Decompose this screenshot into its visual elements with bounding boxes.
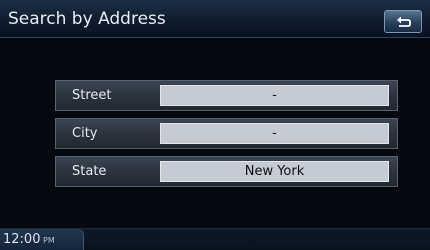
state-label: State	[72, 164, 107, 179]
street-field[interactable]: -	[160, 85, 389, 106]
city-row[interactable]: City -	[55, 118, 398, 149]
city-label: City	[72, 126, 98, 141]
return-arrow-icon	[397, 16, 411, 27]
status-bar: 12:00 PM	[0, 228, 430, 250]
page-title: Search by Address	[8, 9, 166, 29]
clock: 12:00 PM	[0, 229, 84, 250]
street-row[interactable]: Street -	[55, 80, 398, 111]
header-bar: Search by Address	[0, 0, 430, 38]
clock-ampm: PM	[43, 236, 55, 245]
city-field[interactable]: -	[160, 123, 389, 144]
search-by-address-screen: Search by Address Street - City - State …	[0, 0, 430, 250]
street-label: Street	[72, 88, 112, 103]
state-row[interactable]: State New York	[55, 156, 398, 187]
state-field[interactable]: New York	[160, 161, 389, 182]
clock-time: 12:00	[3, 232, 41, 247]
address-form: Street - City - State New York	[55, 80, 398, 187]
back-button[interactable]	[384, 10, 422, 33]
